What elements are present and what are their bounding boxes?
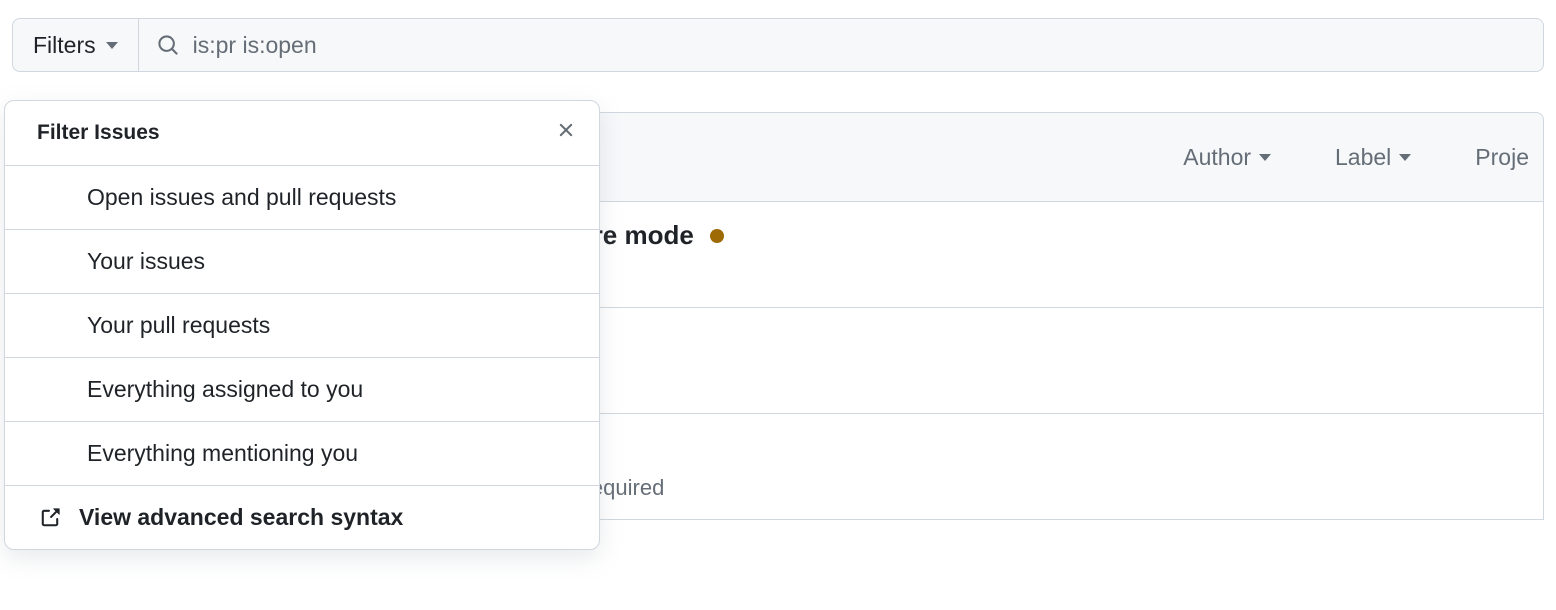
author-filter[interactable]: Author xyxy=(1183,144,1271,171)
external-link-icon xyxy=(39,507,61,529)
label-filter[interactable]: Label xyxy=(1335,144,1411,171)
close-icon[interactable] xyxy=(555,119,577,147)
label-label: Label xyxy=(1335,144,1391,171)
dropdown-header: Filter Issues xyxy=(5,101,599,166)
advanced-search-link[interactable]: View advanced search syntax xyxy=(5,486,599,549)
projects-label: Proje xyxy=(1475,144,1529,171)
filters-dropdown: Filter Issues Open issues and pull reque… xyxy=(4,100,600,550)
search-field[interactable] xyxy=(138,18,1544,72)
author-label: Author xyxy=(1183,144,1251,171)
filter-your-issues[interactable]: Your issues xyxy=(5,230,599,294)
search-input[interactable] xyxy=(193,32,1525,59)
filter-assigned-to-you[interactable]: Everything assigned to you xyxy=(5,358,599,422)
projects-filter[interactable]: Proje xyxy=(1475,144,1529,171)
filter-your-prs[interactable]: Your pull requests xyxy=(5,294,599,358)
dropdown-title: Filter Issues xyxy=(37,121,160,145)
filters-label: Filters xyxy=(33,32,96,59)
filters-button[interactable]: Filters xyxy=(12,18,138,72)
caret-down-icon xyxy=(1259,154,1271,161)
status-dot-icon xyxy=(710,229,724,243)
caret-down-icon xyxy=(106,42,118,49)
search-bar: Filters xyxy=(12,18,1544,72)
filter-open-issues-prs[interactable]: Open issues and pull requests xyxy=(5,166,599,230)
filter-mentioning-you[interactable]: Everything mentioning you xyxy=(5,422,599,486)
search-icon xyxy=(157,34,179,56)
caret-down-icon xyxy=(1399,154,1411,161)
